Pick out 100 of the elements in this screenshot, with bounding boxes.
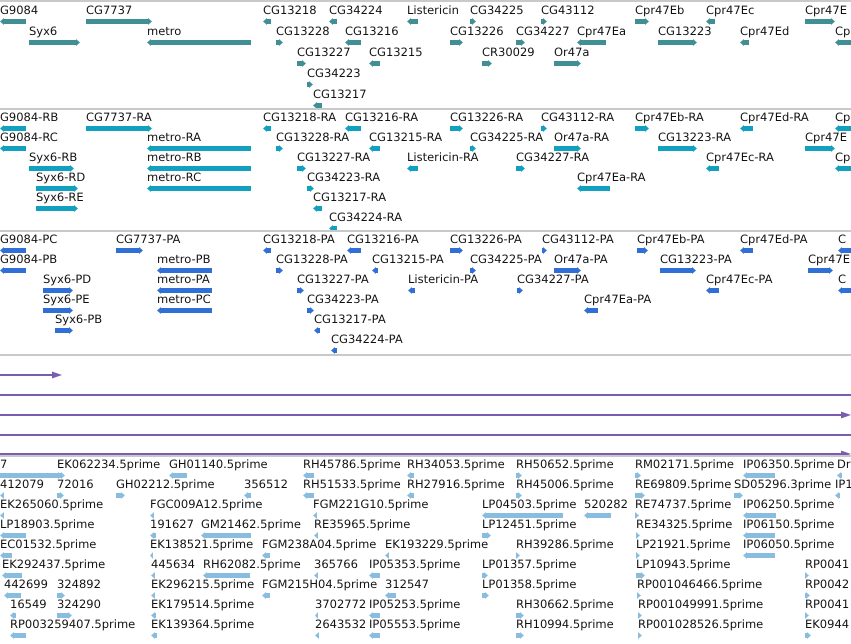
feature-label: Cpr47E xyxy=(808,253,850,266)
feature-label: RH50652.5prime xyxy=(516,458,614,471)
feature-label: IP06050.5prime xyxy=(743,538,834,551)
feature-label: Cpr47Eb xyxy=(635,4,684,17)
feature-label: EK139364.5prime xyxy=(151,618,254,631)
feature-label: 191627 xyxy=(150,518,194,531)
feature-label: Cpr47Ed-RA xyxy=(740,111,809,124)
feature-label: Dr xyxy=(837,458,851,471)
feature-label: CG43112 xyxy=(541,4,595,17)
feature-label: EK265060.5prime xyxy=(0,498,104,511)
feature-label: C xyxy=(838,233,846,246)
feature-label: Syx6-RE xyxy=(36,191,84,204)
feature-label: 442699 xyxy=(4,578,48,591)
feature-label: 412079 xyxy=(0,478,44,491)
feature-label: CG43112-PA xyxy=(542,233,614,246)
feature-label: metro-PA xyxy=(157,273,210,286)
feature-label: CG34227 xyxy=(516,25,570,38)
feature-label: CG43112-RA xyxy=(541,111,614,124)
feature-label: CG13228-RA xyxy=(276,131,350,144)
feature-label: CG13223 xyxy=(658,25,712,38)
feature-label: 3702772 xyxy=(315,598,366,611)
feature-label: Syx6-RD xyxy=(36,171,86,184)
feature-label: G9084-RC xyxy=(0,131,58,144)
feature-label: RH34053.5prime xyxy=(407,458,505,471)
feature-label: Cpr47Ed-PA xyxy=(740,233,808,246)
feature-label: FGM221G10.5prime xyxy=(313,498,428,511)
feature-label: LP01357.5prime xyxy=(482,558,576,571)
feature-label: GM21462.5prime xyxy=(201,518,301,531)
feature-label: Cpr47Ea-RA xyxy=(577,171,646,184)
feature-label: RH10994.5prime xyxy=(516,618,614,631)
feature-label: Cpr47Ea xyxy=(577,25,626,38)
feature-label: CG13226 xyxy=(450,25,504,38)
feature-label: CG34224-RA xyxy=(329,211,402,224)
feature-label: CG13218 xyxy=(263,4,317,17)
feature-label: RE74737.5prime xyxy=(635,498,732,511)
feature-label: 324290 xyxy=(57,598,101,611)
feature-label: EK138521.5prime xyxy=(150,538,254,551)
feature-label: IP05353.5prime xyxy=(369,558,460,571)
feature-label: GH01140.5prime xyxy=(169,458,268,471)
feature-label: Syx6-PE xyxy=(43,293,90,306)
feature-label: LP21921.5prime xyxy=(636,538,730,551)
feature-label: RH51533.5prime xyxy=(303,478,401,491)
feature-label: metro xyxy=(147,25,182,38)
feature-label: CG13217-RA xyxy=(313,191,386,204)
feature-label: G9084-PB xyxy=(0,253,58,266)
feature-label: CG13215-PA xyxy=(372,253,444,266)
feature-label: EK292437.5prime xyxy=(2,558,106,571)
feature-label: CG13215 xyxy=(369,46,423,59)
feature-label: CG7737-RA xyxy=(86,111,152,124)
feature-label: LP18903.5prime xyxy=(0,518,94,531)
feature-label: metro-RB xyxy=(147,151,202,164)
feature-label: Cpr47Eb-PA xyxy=(637,233,704,246)
feature-label: CG13226-RA xyxy=(450,111,524,124)
feature-label: RP0041 xyxy=(805,558,850,571)
feature-label: CG13216-RA xyxy=(345,111,418,124)
feature-label: Cpr47E xyxy=(805,4,847,17)
feature-label: CG13223-RA xyxy=(658,131,732,144)
feature-label: FGC009A12.5prime xyxy=(150,498,262,511)
feature-label: CG7737 xyxy=(86,4,132,17)
feature-label: 365766 xyxy=(314,558,358,571)
feature-label: RH62082.5prime xyxy=(203,558,301,571)
feature-label: Syx6-RB xyxy=(29,151,78,164)
feature-label: EK296215.5prime xyxy=(151,578,254,591)
feature-label: metro-RA xyxy=(147,131,202,144)
feature-label: RP003259407.5prime xyxy=(10,618,136,631)
feature-label: CG13228 xyxy=(276,25,330,38)
feature-label: CG13218-RA xyxy=(263,111,336,124)
feature-label: IP06150.5prime xyxy=(743,518,834,531)
feature-label: 7 xyxy=(0,458,8,471)
feature-label: 312547 xyxy=(385,578,429,591)
feature-label: EK193229.5prime xyxy=(385,538,488,551)
feature-label: metro-RC xyxy=(147,171,202,184)
feature-label: CG13228-PA xyxy=(276,253,348,266)
feature-label: CG13216-PA xyxy=(347,233,419,246)
feature-label: CG13227-RA xyxy=(297,151,370,164)
feature-label: CG13223-PA xyxy=(660,253,732,266)
feature-label: Cpr47Ed xyxy=(740,25,790,38)
feature-label: RH45786.5prime xyxy=(303,458,401,471)
feature-label: EK062234.5prime xyxy=(57,458,160,471)
feature-label: 72016 xyxy=(57,478,94,491)
feature-label: CG13216 xyxy=(345,25,399,38)
feature-label: Syx6-PD xyxy=(43,273,92,286)
feature-label: Or47a-PA xyxy=(554,253,608,266)
feature-label: EK179514.5prime xyxy=(151,598,254,611)
feature-label: CG13226-PA xyxy=(450,233,522,246)
feature-label: G9084-PC xyxy=(0,233,58,246)
feature-label: RE35965.5prime xyxy=(314,518,410,531)
feature-label: CG34225-PA xyxy=(470,253,542,266)
feature-label: RP001046466.5prime xyxy=(637,578,762,591)
feature-label: LP04503.5prime xyxy=(482,498,576,511)
feature-label: 520282 xyxy=(584,498,628,511)
feature-label: 2643532 xyxy=(315,618,366,631)
feature-label: CG13217-PA xyxy=(314,313,386,326)
feature-label: Cpr47Eb-RA xyxy=(635,111,704,124)
feature-label: Cpr47Ec xyxy=(706,4,754,17)
feature-label: CG13218-PA xyxy=(263,233,335,246)
feature-label: Cp xyxy=(835,151,850,164)
feature-label: RH45006.5prime xyxy=(516,478,614,491)
feature-label: CG34223-RA xyxy=(307,171,380,184)
feature-label: GH02212.5prime xyxy=(116,478,215,491)
